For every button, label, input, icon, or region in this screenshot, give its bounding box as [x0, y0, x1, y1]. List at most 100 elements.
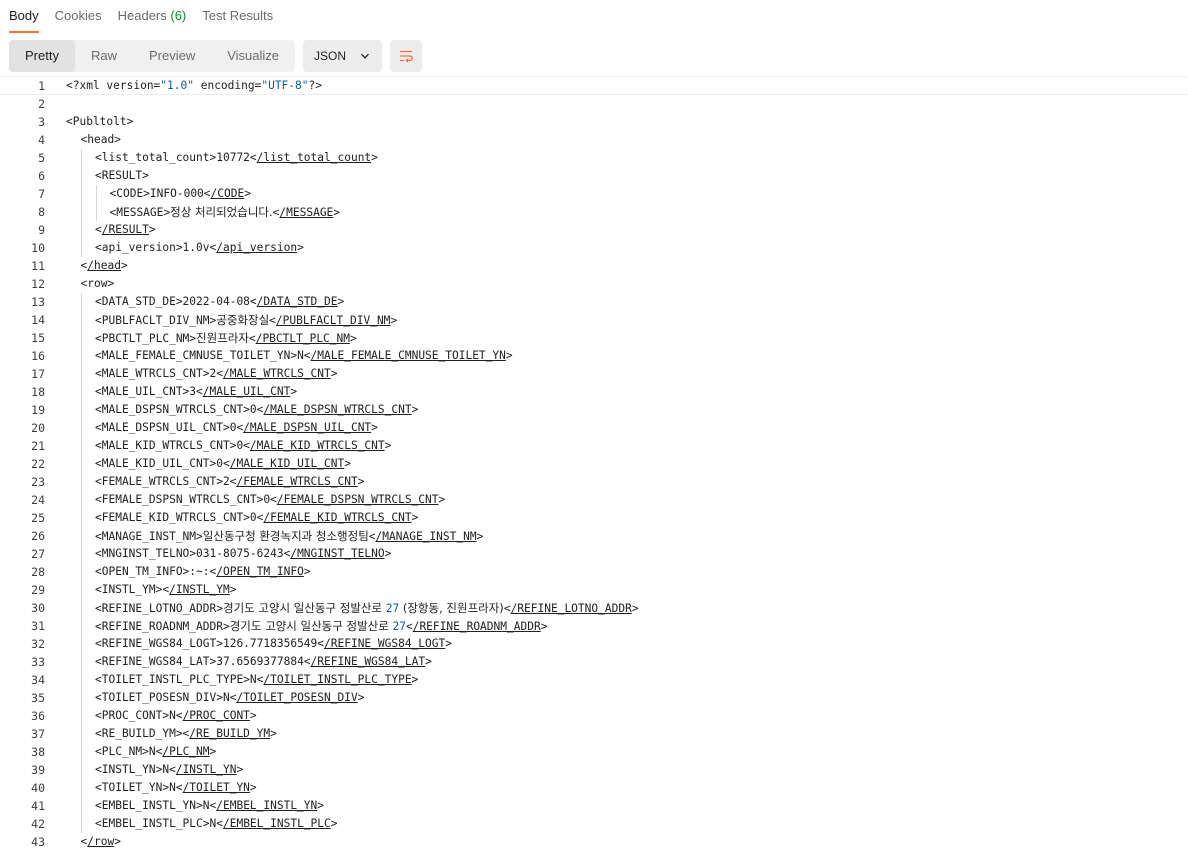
code-token: <CODE>INFO-000<	[109, 187, 211, 200]
code-line: 28 <OPEN_TM_INFO>:~:</OPEN_TM_INFO>	[0, 563, 1188, 581]
code-token: >	[270, 727, 277, 740]
line-number: 7	[38, 187, 45, 201]
code-line: 12 <row>	[0, 275, 1188, 293]
code-text: <REFINE_LOTNO_ADDR>경기도 고양시 일산동구 정발산로 27 …	[95, 599, 639, 618]
code-line: 38 <PLC_NM>N</PLC_NM>	[0, 743, 1188, 761]
code-line: 41 <EMBEL_INSTL_YN>N</EMBEL_INSTL_YN>	[0, 797, 1188, 815]
code-token: >	[337, 295, 345, 308]
code-token: >	[357, 691, 365, 704]
code-text: <MALE_KID_UIL_CNT>0</MALE_KID_UIL_CNT>	[95, 455, 351, 473]
string-literal: 27	[392, 620, 406, 633]
indent-guide	[81, 221, 82, 239]
code-token: <MALE_DSPSN_WTRCLS_CNT>0<	[95, 403, 264, 416]
code-token: <PLC_NM>N<	[95, 745, 163, 758]
line-number: 33	[31, 655, 45, 669]
code-token: <MNGINST_TELNO>031-8075-6243<	[95, 547, 291, 560]
code-text: <PROC_CONT>N</PROC_CONT>	[95, 707, 257, 725]
indent-guide	[81, 329, 82, 347]
headers-count-badge: (6)	[170, 8, 187, 23]
code-line: 17 <MALE_WTRCLS_CNT>2</MALE_WTRCLS_CNT>	[0, 365, 1188, 383]
indent-guide	[81, 473, 82, 491]
code-text: <OPEN_TM_INFO>:~:</OPEN_TM_INFO>	[95, 563, 311, 581]
code-token: <DATA_STD_DE>2022-04-08<	[95, 295, 257, 308]
code-token: >	[330, 817, 338, 830]
format-select[interactable]: JSON	[303, 40, 383, 72]
indent-guide	[81, 725, 82, 743]
code-text: <RESULT>	[95, 167, 149, 185]
string-literal: "1.0"	[160, 79, 194, 92]
code-text: </head>	[81, 257, 128, 275]
tab-body[interactable]: Body	[9, 0, 39, 33]
code-line: 11 </head>	[0, 257, 1188, 275]
code-line: 16 <MALE_FEMALE_CMNUSE_TOILET_YN>N</MALE_…	[0, 347, 1188, 365]
line-number: 29	[31, 583, 45, 597]
code-token: >	[371, 421, 378, 434]
tab-headers[interactable]: Headers (6)	[118, 0, 187, 33]
code-text: <EMBEL_INSTL_PLC>N</EMBEL_INSTL_PLC>	[95, 815, 338, 833]
code-text: <MESSAGE>정상 처리되었습니다.</MESSAGE>	[110, 203, 341, 222]
closing-tag-name: /RESULT	[101, 223, 149, 236]
code-token: >	[390, 314, 398, 327]
code-line: 13 <DATA_STD_DE>2022-04-08</DATA_STD_DE>	[0, 293, 1188, 311]
indent-guide	[81, 419, 82, 437]
code-line: 33 <REFINE_WGS84_LAT>37.6569377884</REFIN…	[0, 653, 1188, 671]
code-token: <	[503, 602, 511, 615]
line-number: 25	[31, 511, 45, 525]
code-line: 32 <REFINE_WGS84_LOGT>126.7718356549</REF…	[0, 635, 1188, 653]
code-token: >	[350, 332, 357, 345]
wrap-lines-button[interactable]	[390, 40, 423, 72]
code-token: <REFINE_LOTNO_ADDR>	[95, 602, 223, 615]
tab-headers-label: Headers	[117, 8, 167, 23]
line-number: 3	[38, 115, 45, 129]
code-token: >	[297, 241, 304, 254]
closing-tag-name: /PUBLFACLT_DIV_NM	[275, 314, 391, 327]
code-token: <TOILET_INSTL_PLC_TYPE>N<	[95, 673, 264, 686]
code-token: >	[411, 511, 419, 524]
code-text: <MALE_DSPSN_UIL_CNT>0</MALE_DSPSN_UIL_CN…	[95, 419, 378, 437]
code-line: 22 <MALE_KID_UIL_CNT>0</MALE_KID_UIL_CNT>	[0, 455, 1188, 473]
indent-guide	[81, 311, 82, 329]
view-mode-visualize[interactable]: Visualize	[211, 40, 295, 72]
line-number: 17	[31, 367, 45, 381]
code-token: >	[540, 620, 548, 633]
indent-guide	[81, 653, 82, 671]
code-token: <MESSAGE>	[109, 206, 171, 219]
closing-tag-name: /MANAGE_INST_NM	[375, 530, 477, 543]
indent-guide	[81, 149, 82, 167]
code-line: 10 <api_version>1.0v</api_version>	[0, 239, 1188, 257]
code-text: <RE_BUILD_YM></RE_BUILD_YM>	[95, 725, 277, 743]
tab-test-results-label: Test Results	[202, 8, 274, 23]
closing-tag-name: /PBCTLT_PLC_NM	[255, 332, 350, 345]
code-token: <Publtolt>	[66, 115, 134, 128]
line-number: 31	[31, 619, 45, 633]
code-token: <api_version>1.0v<	[95, 241, 217, 254]
view-mode-preview[interactable]: Preview	[133, 40, 211, 72]
closing-tag-name: /MALE_UIL_CNT	[202, 385, 291, 398]
code-token: >	[209, 745, 217, 758]
code-text: <row>	[81, 275, 115, 293]
indent-guide	[81, 509, 82, 527]
view-mode-raw[interactable]: Raw	[75, 40, 133, 72]
closing-tag-name: /INSTL_YM	[169, 583, 230, 596]
closing-tag-name: /MALE_FEMALE_CMNUSE_TOILET_YN	[310, 349, 506, 362]
code-token: >	[333, 206, 341, 219]
response-body-editor[interactable]: 1 <?xml version="1.0" encoding="UTF-8"?> 2…	[0, 76, 1188, 853]
code-token: <	[248, 332, 256, 345]
code-token: ?>	[308, 79, 322, 92]
code-line: 21 <MALE_KID_WTRCLS_CNT>0</MALE_KID_WTRCL…	[0, 437, 1188, 455]
tab-test-results[interactable]: Test Results	[202, 0, 273, 33]
code-token: <?xml version=	[66, 79, 161, 92]
line-number: 26	[31, 529, 45, 543]
line-number: 39	[31, 763, 45, 777]
tab-cookies[interactable]: Cookies	[55, 0, 102, 33]
code-text: <TOILET_INSTL_PLC_TYPE>N</TOILET_INSTL_P…	[95, 671, 418, 689]
response-tabs: Body Cookies Headers (6) Test Results	[0, 0, 1188, 34]
code-text: <MALE_DSPSN_WTRCLS_CNT>0</MALE_DSPSN_WTR…	[95, 401, 418, 419]
code-token: >	[476, 530, 484, 543]
closing-tag-name: /MALE_DSPSN_UIL_CNT	[243, 421, 372, 434]
code-token: >	[330, 367, 338, 380]
code-token: >	[384, 547, 392, 560]
view-mode-pretty[interactable]: Pretty	[9, 40, 75, 72]
code-line: 24 <FEMALE_DSPSN_WTRCLS_CNT>0</FEMALE_DSP…	[0, 491, 1188, 509]
closing-tag-name: /REFINE_LOTNO_ADDR	[510, 602, 632, 615]
